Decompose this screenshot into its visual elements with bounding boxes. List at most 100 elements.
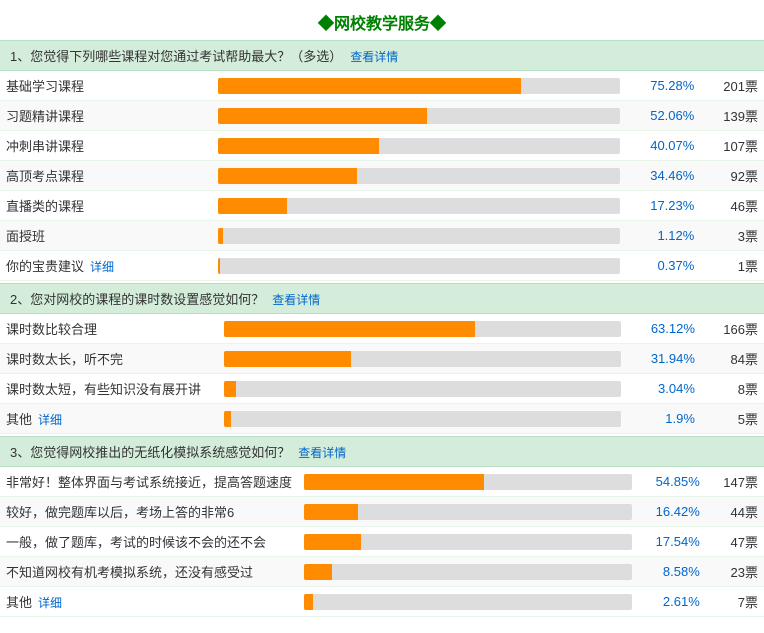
vote-count: 166票 xyxy=(701,314,764,344)
bar-cell xyxy=(212,101,626,131)
section-detail-link-q3[interactable]: 查看详情 xyxy=(298,446,346,460)
pct-value: 63.12% xyxy=(627,314,701,344)
row-detail-link[interactable]: 详细 xyxy=(90,260,114,274)
row-detail-link[interactable]: 详细 xyxy=(38,596,62,610)
bar-cell xyxy=(298,557,638,587)
table-row: 直播类的课程 17.23%46票 xyxy=(0,191,764,221)
table-row: 习题精讲课程52.06%139票 xyxy=(0,101,764,131)
section-label-q2: 2、您对网校的课程的课时数设置感觉如何？ xyxy=(10,292,264,307)
bar-cell xyxy=(298,527,638,557)
row-label: 较好，做完题库以后，考场上答的非常6 xyxy=(0,497,298,527)
section-detail-link-q1[interactable]: 查看详情 xyxy=(350,50,398,64)
bar-fill xyxy=(304,534,361,550)
vote-count: 7票 xyxy=(706,587,764,617)
vote-count: 201票 xyxy=(700,71,764,101)
pct-value: 17.23% xyxy=(626,191,700,221)
bar-background xyxy=(218,138,620,154)
row-label-text: 习题精讲课程 xyxy=(6,109,84,124)
pct-value: 8.58% xyxy=(638,557,706,587)
section-detail-link-q2[interactable]: 查看详情 xyxy=(272,293,320,307)
row-label: 非常好！整体界面与考试系统接近，提高答题速度 xyxy=(0,467,298,497)
bar-background xyxy=(218,198,620,214)
vote-count: 1票 xyxy=(700,251,764,281)
bar-cell xyxy=(212,251,626,281)
bar-cell xyxy=(218,404,628,434)
table-row: 非常好！整体界面与考试系统接近，提高答题速度54.85%147票 xyxy=(0,467,764,497)
pct-value: 54.85% xyxy=(638,467,706,497)
pct-value: 75.28% xyxy=(626,71,700,101)
bar-fill xyxy=(224,381,236,397)
table-row: 课时数比较合理 63.12%166票 xyxy=(0,314,764,344)
survey-table-q1: 基础学习课程 75.28%201票习题精讲课程52.06%139票冲刺串讲课程40… xyxy=(0,71,764,281)
bar-background xyxy=(304,504,632,520)
bar-cell xyxy=(218,314,628,344)
bar-cell xyxy=(212,131,626,161)
vote-count: 5票 xyxy=(701,404,764,434)
row-detail-link[interactable]: 详细 xyxy=(38,413,62,427)
bar-fill xyxy=(218,168,356,184)
bar-background xyxy=(224,381,622,397)
row-label: 其他详细 xyxy=(0,404,218,434)
pct-value: 31.94% xyxy=(627,344,701,374)
bar-fill xyxy=(304,564,332,580)
vote-count: 3票 xyxy=(700,221,764,251)
page-title: ◆网校教学服务◆ xyxy=(0,0,764,40)
row-label: 直播类的课程 xyxy=(0,191,212,221)
pct-value: 16.42% xyxy=(638,497,706,527)
row-label-text: 课时数比较合理 xyxy=(6,322,97,337)
bar-background xyxy=(218,258,620,274)
bar-cell xyxy=(298,587,638,617)
section-q2: 2、您对网校的课程的课时数设置感觉如何？ 查看详情课时数比较合理 63.12%166… xyxy=(0,283,764,434)
table-row: 面授班 1.12%3票 xyxy=(0,221,764,251)
table-row: 高顶考点课程 34.46%92票 xyxy=(0,161,764,191)
row-label: 面授班 xyxy=(0,221,212,251)
bar-fill xyxy=(304,474,484,490)
section-label-q1: 1、您觉得下列哪些课程对您通过考试帮助最大？（多选） xyxy=(10,49,342,64)
pct-value: 1.12% xyxy=(626,221,700,251)
table-row: 其他详细1.9%5票 xyxy=(0,404,764,434)
bar-fill xyxy=(218,198,287,214)
bar-background xyxy=(218,168,620,184)
table-row: 一般，做了题库，考试的时候该不会的还不会 17.54%47票 xyxy=(0,527,764,557)
row-label-text: 非常好！整体界面与考试系统接近，提高答题速度 xyxy=(6,475,292,490)
table-row: 冲刺串讲课程40.07%107票 xyxy=(0,131,764,161)
vote-count: 46票 xyxy=(700,191,764,221)
row-label-text: 一般，做了题库，考试的时候该不会的还不会 xyxy=(6,535,266,550)
bar-background xyxy=(304,474,632,490)
row-label: 课时数太短，有些知识没有展开讲 xyxy=(0,374,218,404)
vote-count: 107票 xyxy=(700,131,764,161)
bar-background xyxy=(218,108,620,124)
bar-cell xyxy=(212,161,626,191)
row-label-text: 课时数太长，听不完 xyxy=(6,352,123,367)
table-row: 其他详细 2.61%7票 xyxy=(0,587,764,617)
row-label-text: 高顶考点课程 xyxy=(6,169,84,184)
row-label: 基础学习课程 xyxy=(0,71,212,101)
section-q1: 1、您觉得下列哪些课程对您通过考试帮助最大？（多选） 查看详情基础学习课程 75.2… xyxy=(0,40,764,281)
bar-background xyxy=(224,321,622,337)
bar-background xyxy=(304,564,632,580)
row-label-text: 直播类的课程 xyxy=(6,199,84,214)
row-label-text: 其他 xyxy=(6,595,32,610)
pct-value: 2.61% xyxy=(638,587,706,617)
vote-count: 8票 xyxy=(701,374,764,404)
pct-value: 34.46% xyxy=(626,161,700,191)
bar-fill xyxy=(218,108,427,124)
pct-value: 17.54% xyxy=(638,527,706,557)
vote-count: 47票 xyxy=(706,527,764,557)
row-label: 冲刺串讲课程 xyxy=(0,131,212,161)
row-label: 课时数比较合理 xyxy=(0,314,218,344)
section-header-q2: 2、您对网校的课程的课时数设置感觉如何？ 查看详情 xyxy=(0,283,764,314)
vote-count: 23票 xyxy=(706,557,764,587)
section-header-q1: 1、您觉得下列哪些课程对您通过考试帮助最大？（多选） 查看详情 xyxy=(0,40,764,71)
pct-value: 0.37% xyxy=(626,251,700,281)
vote-count: 92票 xyxy=(700,161,764,191)
row-label-text: 你的宝贵建议 xyxy=(6,259,84,274)
bar-cell xyxy=(212,191,626,221)
row-label-text: 较好，做完题库以后，考场上答的非常6 xyxy=(6,505,234,520)
bar-cell xyxy=(298,467,638,497)
section-label-q3: 3、您觉得网校推出的无纸化模拟系统感觉如何？ xyxy=(10,445,290,460)
table-row: 课时数太短，有些知识没有展开讲3.04%8票 xyxy=(0,374,764,404)
bar-background xyxy=(304,534,632,550)
bar-cell xyxy=(218,374,628,404)
row-label-text: 不知道网校有机考模拟系统，还没有感受过 xyxy=(6,565,253,580)
